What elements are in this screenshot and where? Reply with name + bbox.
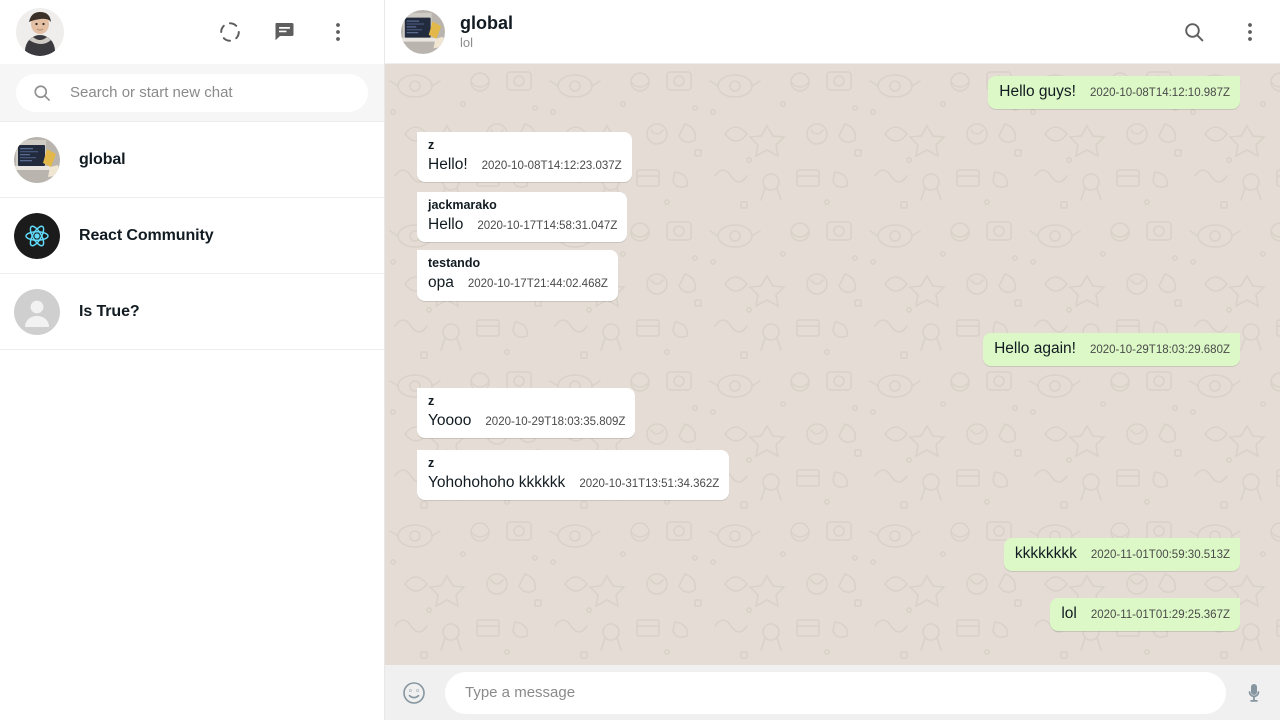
search-box[interactable] <box>16 73 368 112</box>
message-bubble-incoming[interactable]: jackmarako Hello 2020-10-17T14:58:31.047… <box>417 192 628 243</box>
chat-header: global lol <box>385 0 1280 64</box>
message-line: Hello 2020-10-17T14:58:31.047Z <box>428 215 617 235</box>
search-icon <box>32 83 52 103</box>
message-bubble-incoming[interactable]: z Yoooo 2020-10-29T18:03:35.809Z <box>417 387 636 438</box>
menu-dots-icon[interactable] <box>326 20 350 44</box>
message-text: Hello <box>428 216 464 234</box>
chat-title: global <box>460 13 513 33</box>
whatsapp-web-app: global React Community <box>0 0 1280 720</box>
message-row: lol 2020-11-01T01:29:25.367Z <box>417 598 1240 632</box>
message-line: Hello again! 2020-10-29T18:03:29.680Z <box>994 339 1230 359</box>
message-bubble-outgoing[interactable]: Hello again! 2020-10-29T18:03:29.680Z <box>983 332 1240 366</box>
message-timestamp: 2020-10-08T14:12:23.037Z <box>481 160 622 173</box>
search-bar-container <box>0 64 384 122</box>
message-row: Hello guys! 2020-10-08T14:12:10.987Z <box>417 76 1240 110</box>
message-text: kkkkkkkk <box>1014 544 1077 562</box>
message-row: jackmarako Hello 2020-10-17T14:58:31.047… <box>417 192 1240 243</box>
chat-header-actions <box>1182 20 1262 44</box>
laptop-photo-avatar <box>14 136 60 183</box>
chat-pane: global lol Hello guys! 2020-10-08T14:12:… <box>385 0 1280 720</box>
message-author: jackmarako <box>428 198 497 213</box>
message-timestamp: 2020-10-29T18:03:35.809Z <box>485 415 626 428</box>
message-bubble-outgoing[interactable]: Hello guys! 2020-10-08T14:12:10.987Z <box>988 76 1240 110</box>
message-row: z Yohohohoho kkkkkk 2020-10-31T13:51:34.… <box>417 449 1240 500</box>
chat-list-item-react-community[interactable]: React Community <box>0 198 384 274</box>
chat-list: global React Community Is True? <box>0 122 384 720</box>
message-line: Yoooo 2020-10-29T18:03:35.809Z <box>428 411 625 431</box>
message-bubble-incoming[interactable]: z Yohohohoho kkkkkk 2020-10-31T13:51:34.… <box>417 449 730 500</box>
chat-list-item-name: global <box>79 150 126 168</box>
menu-dots-icon[interactable] <box>1238 20 1262 44</box>
chat-subtitle: lol <box>460 35 474 50</box>
message-row: z Yoooo 2020-10-29T18:03:35.809Z <box>417 387 1240 438</box>
message-line: lol 2020-11-01T01:29:25.367Z <box>1061 604 1230 624</box>
message-input-container[interactable] <box>445 671 1226 714</box>
chat-list-item-global[interactable]: global <box>0 122 384 198</box>
message-text: Yohohohoho kkkkkk <box>428 473 566 491</box>
search-input[interactable] <box>70 84 352 101</box>
message-text: Hello again! <box>994 339 1076 357</box>
react-logo-avatar <box>14 212 60 259</box>
message-line: Hello! 2020-10-08T14:12:23.037Z <box>428 155 622 175</box>
message-row: Hello again! 2020-10-29T18:03:29.680Z <box>417 332 1240 366</box>
message-timestamp: 2020-10-17T21:44:02.468Z <box>467 278 608 291</box>
message-bubble-incoming[interactable]: testando opa 2020-10-17T21:44:02.468Z <box>417 250 618 301</box>
message-text: lol <box>1061 605 1077 623</box>
emoji-smiley-icon[interactable] <box>401 680 427 706</box>
message-author: z <box>428 455 435 470</box>
chat-list-item-is-true[interactable]: Is True? <box>0 274 384 350</box>
chat-header-meta: global lol <box>460 12 513 51</box>
message-line: opa 2020-10-17T21:44:02.468Z <box>428 273 608 293</box>
message-row: z Hello! 2020-10-08T14:12:23.037Z <box>417 132 1240 183</box>
message-timestamp: 2020-10-31T13:51:34.362Z <box>579 477 720 490</box>
new-chat-icon[interactable] <box>272 20 296 44</box>
search-icon[interactable] <box>1182 20 1206 44</box>
message-line: Yohohohoho kkkkkk 2020-10-31T13:51:34.36… <box>428 473 719 493</box>
message-timestamp: 2020-10-29T18:03:29.680Z <box>1089 343 1230 356</box>
status-ring-icon[interactable] <box>218 20 242 44</box>
message-row: testando opa 2020-10-17T21:44:02.468Z <box>417 250 1240 301</box>
message-text: Yoooo <box>428 411 472 429</box>
message-text: Hello guys! <box>999 83 1076 100</box>
sidebar-header-actions <box>218 20 368 44</box>
laptop-photo-avatar[interactable] <box>401 9 445 54</box>
message-input[interactable] <box>465 684 1206 701</box>
sidebar-header <box>0 0 384 64</box>
message-timestamp: 2020-10-08T14:12:10.987Z <box>1089 87 1230 99</box>
message-timestamp: 2020-11-01T01:29:25.367Z <box>1090 609 1230 622</box>
message-author: testando <box>428 256 481 271</box>
message-text: opa <box>428 274 454 292</box>
message-bubble-outgoing[interactable]: lol 2020-11-01T01:29:25.367Z <box>1050 598 1240 632</box>
message-line: Hello guys! 2020-10-08T14:12:10.987Z <box>999 82 1230 102</box>
chat-list-item-name: Is True? <box>79 302 140 320</box>
microphone-icon[interactable] <box>1242 681 1266 705</box>
message-bubble-incoming[interactable]: z Hello! 2020-10-08T14:12:23.037Z <box>417 132 632 183</box>
message-bubble-outgoing[interactable]: kkkkkkkk 2020-11-01T00:59:30.513Z <box>1003 537 1240 572</box>
message-composer <box>385 665 1280 720</box>
chat-list-item-name: React Community <box>79 226 214 244</box>
message-author: z <box>428 138 435 153</box>
default-person-avatar <box>14 288 60 335</box>
user-photo-avatar[interactable] <box>16 8 64 56</box>
message-timestamp: 2020-11-01T00:59:30.513Z <box>1090 548 1230 561</box>
message-list: Hello guys! 2020-10-08T14:12:10.987Z z H… <box>385 64 1280 665</box>
message-author: z <box>428 393 435 408</box>
message-text: Hello! <box>428 156 468 174</box>
sidebar: global React Community <box>0 0 385 720</box>
message-line: kkkkkkkk 2020-11-01T00:59:30.513Z <box>1015 544 1230 564</box>
message-row: kkkkkkkk 2020-11-01T00:59:30.513Z <box>417 537 1240 572</box>
message-timestamp: 2020-10-17T14:58:31.047Z <box>477 220 618 233</box>
